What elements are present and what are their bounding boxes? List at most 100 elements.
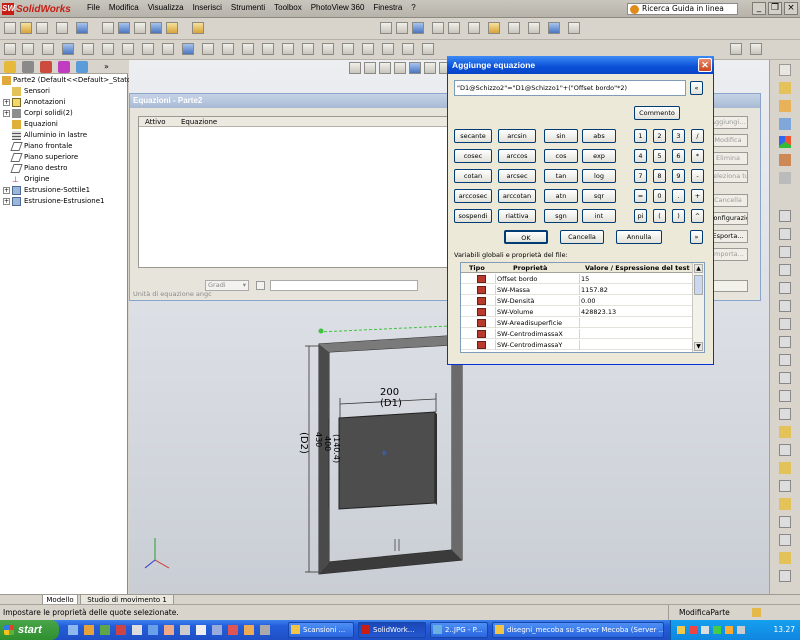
tree-item-piano-frontale[interactable]: Piano frontale: [0, 141, 128, 152]
relations-tool-icon[interactable]: [779, 534, 791, 546]
menu-file[interactable]: File: [87, 3, 100, 12]
close-window-button[interactable]: ×: [784, 2, 798, 15]
revolve-icon[interactable]: [22, 43, 34, 55]
pattern-tool-icon[interactable]: [779, 498, 791, 510]
fn-tan-button[interactable]: tan: [544, 169, 578, 183]
fn-cos-button[interactable]: cos: [544, 149, 578, 163]
key-pi-button[interactable]: pi: [634, 209, 647, 223]
quicklaunch-icon[interactable]: [132, 625, 142, 635]
trim-icon[interactable]: [568, 22, 580, 34]
key-power-button[interactable]: ^: [691, 209, 704, 223]
mirror-tool-icon[interactable]: [779, 480, 791, 492]
cancel-eq-button[interactable]: Cancella: [708, 194, 748, 207]
expand-icon[interactable]: »: [690, 230, 703, 244]
config-button[interactable]: Configurazioni...: [708, 212, 748, 225]
fn-arccosec-button[interactable]: arccosec: [454, 189, 492, 203]
variable-row[interactable]: SW-Areadisuperficie: [461, 318, 693, 328]
quicklaunch-icon[interactable]: [260, 625, 270, 635]
menu-toolbox[interactable]: Toolbox: [274, 3, 302, 12]
tree-item-sensori[interactable]: Sensori: [0, 86, 128, 97]
dome-icon[interactable]: [222, 43, 234, 55]
text-icon[interactable]: [528, 22, 540, 34]
zoom-icon[interactable]: [134, 22, 146, 34]
key-3-button[interactable]: 3: [672, 129, 685, 143]
chamfer-tool-icon[interactable]: [779, 408, 791, 420]
tray-icon[interactable]: [713, 626, 721, 634]
tree-item-material[interactable]: Alluminio in lastre: [0, 130, 128, 141]
collapse-icon[interactable]: «: [690, 81, 703, 95]
loft-icon[interactable]: [62, 43, 74, 55]
key-8-button[interactable]: 8: [653, 169, 666, 183]
fn-atn-button[interactable]: atn: [544, 189, 578, 203]
display-style-icon[interactable]: [424, 62, 436, 74]
scroll-down-icon[interactable]: ▼: [694, 342, 703, 351]
undo-icon[interactable]: [76, 22, 88, 34]
variables-table[interactable]: Tipo Proprietà Valore / Espressione del …: [460, 262, 705, 353]
sweep-icon[interactable]: [42, 43, 54, 55]
fn-riattiva-button[interactable]: riattiva: [498, 209, 536, 223]
close-icon[interactable]: ✕: [698, 58, 712, 72]
split-icon[interactable]: [262, 43, 274, 55]
offset-tool-icon[interactable]: [779, 462, 791, 474]
key-minus-button[interactable]: -: [691, 169, 704, 183]
polygon-tool-icon[interactable]: [779, 318, 791, 330]
task-scansioni[interactable]: Scansioni ...: [288, 622, 354, 638]
key-multiply-button[interactable]: *: [691, 149, 704, 163]
modify-button[interactable]: Modifica: [708, 134, 748, 147]
variable-row[interactable]: SW-Densità 0.00: [461, 296, 693, 306]
rib-icon[interactable]: [142, 43, 154, 55]
key-9-button[interactable]: 9: [672, 169, 685, 183]
curves-icon[interactable]: [342, 43, 354, 55]
fn-int-button[interactable]: int: [582, 209, 616, 223]
menu-finestra[interactable]: Finestra: [373, 3, 402, 12]
line-icon[interactable]: [412, 22, 424, 34]
toolbox-icon[interactable]: [779, 172, 791, 184]
new-icon[interactable]: [4, 22, 16, 34]
tree-item-annotazioni[interactable]: + Annotazioni: [0, 97, 128, 108]
comment-button[interactable]: Commento: [634, 106, 680, 120]
options-icon[interactable]: [192, 22, 204, 34]
feature-tree-tab-icon[interactable]: [4, 61, 16, 73]
equation-filter-field[interactable]: [270, 280, 418, 291]
tree-item-origine[interactable]: ⊥ Origine: [0, 174, 128, 185]
task-solidworks[interactable]: SolidWork...: [358, 622, 426, 638]
fn-arccos-button[interactable]: arccos: [498, 149, 536, 163]
circle-tool-icon[interactable]: [779, 264, 791, 276]
key-close-paren-button[interactable]: ): [672, 209, 685, 223]
restore-button[interactable]: ❐: [768, 2, 782, 15]
menu-inserisci[interactable]: Inserisci: [193, 3, 222, 12]
arc-icon[interactable]: [468, 22, 480, 34]
repair-tool-icon[interactable]: [779, 552, 791, 564]
sketch-icon[interactable]: [380, 22, 392, 34]
variable-row[interactable]: SW-CentrodimassaY: [461, 340, 693, 350]
select-all-button[interactable]: Seleziona tutto...: [708, 170, 748, 183]
design-library-icon[interactable]: [779, 82, 791, 94]
fn-arccotan-button[interactable]: arccotan: [498, 189, 536, 203]
start-button[interactable]: start: [0, 620, 59, 640]
delete-button[interactable]: Elimina: [708, 152, 748, 165]
point-tool-icon[interactable]: [779, 336, 791, 348]
print-icon[interactable]: [56, 22, 68, 34]
expand-icon[interactable]: +: [3, 99, 10, 106]
fn-arcsec-button[interactable]: arcsec: [498, 169, 536, 183]
quicklaunch-icon[interactable]: [148, 625, 158, 635]
search-icon[interactable]: [779, 118, 791, 130]
dimxpert-tab-icon[interactable]: [58, 61, 70, 73]
variable-row[interactable]: SW-Massa 1157.82: [461, 285, 693, 295]
menu-help[interactable]: ?: [411, 3, 415, 12]
point-icon[interactable]: [508, 22, 520, 34]
quicklaunch-icon[interactable]: [68, 625, 78, 635]
quicklaunch-icon[interactable]: [228, 625, 238, 635]
scroll-up-icon[interactable]: ▲: [694, 264, 703, 273]
key-equals-button[interactable]: =: [634, 189, 647, 203]
key-4-button[interactable]: 4: [634, 149, 647, 163]
text-tool-icon[interactable]: [779, 372, 791, 384]
surfaces-icon[interactable]: [362, 43, 374, 55]
tray-icon[interactable]: [725, 626, 733, 634]
key-divide-button[interactable]: /: [691, 129, 704, 143]
extend-tool-icon[interactable]: [779, 444, 791, 456]
key-7-button[interactable]: 7: [634, 169, 647, 183]
line-tool-icon[interactable]: [779, 228, 791, 240]
chamfer-icon[interactable]: [102, 43, 114, 55]
fn-abs-button[interactable]: abs: [582, 129, 616, 143]
